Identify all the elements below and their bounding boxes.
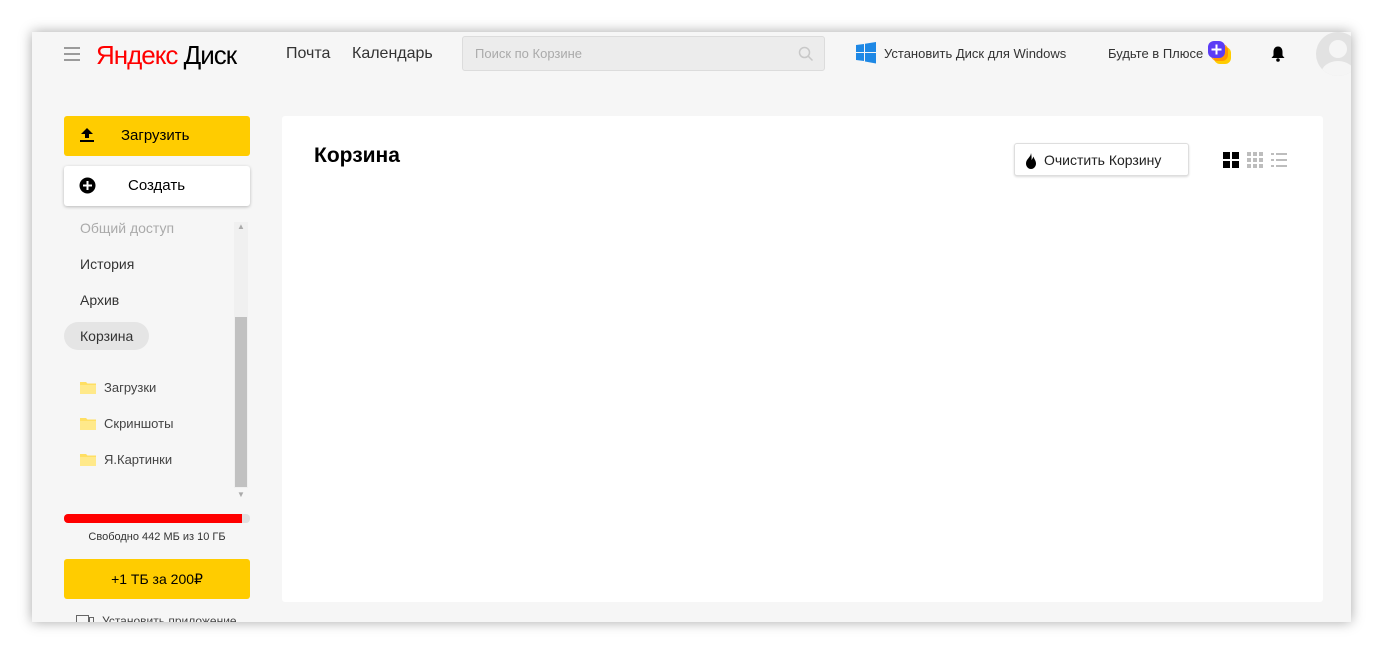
list-view-icon[interactable] bbox=[1271, 152, 1287, 168]
storage-bar-fill bbox=[64, 514, 242, 523]
large-tiles-view-icon[interactable] bbox=[1223, 152, 1239, 168]
device-icon bbox=[76, 614, 94, 622]
scroll-up-arrow-icon[interactable]: ▲ bbox=[237, 222, 245, 231]
folder-ya-pictures[interactable]: Я.Картинки bbox=[80, 452, 172, 467]
plus-icon[interactable] bbox=[1208, 41, 1232, 65]
folder-downloads[interactable]: Загрузки bbox=[80, 380, 156, 395]
upload-icon bbox=[80, 128, 94, 142]
clear-trash-label: Очистить Корзину bbox=[1044, 152, 1162, 168]
user-icon bbox=[1321, 40, 1351, 76]
logo-disk: Диск bbox=[183, 40, 238, 70]
sidebar-scrollbar-thumb[interactable] bbox=[235, 317, 247, 487]
folder-icon bbox=[80, 418, 96, 430]
storage-text: Свободно 442 МБ из 10 ГБ bbox=[88, 531, 226, 543]
create-label: Создать bbox=[128, 177, 186, 194]
sidebar-nav: Общий доступ История Архив Корзина Загру… bbox=[64, 212, 250, 502]
install-windows-link[interactable]: Установить Диск для Windows bbox=[884, 46, 1066, 61]
folder-label: Скриншоты bbox=[104, 416, 174, 431]
buy-space-button[interactable]: +1 ТБ за 200₽ bbox=[64, 559, 250, 599]
sidebar-item-trash[interactable]: Корзина bbox=[64, 322, 150, 350]
storage-bar bbox=[64, 514, 250, 523]
search-icon[interactable] bbox=[798, 46, 814, 62]
sidebar-item-archive[interactable]: Архив bbox=[80, 292, 119, 308]
flame-icon bbox=[1026, 153, 1036, 169]
small-tiles-view-icon[interactable] bbox=[1247, 152, 1263, 168]
plus-circle-icon bbox=[79, 177, 96, 194]
sidebar-item-history[interactable]: История bbox=[80, 256, 134, 272]
search-input[interactable] bbox=[463, 37, 793, 70]
yandex-disk-logo[interactable]: Яндекс Диск bbox=[96, 40, 238, 71]
folder-label: Я.Картинки bbox=[104, 452, 173, 467]
folder-screenshots[interactable]: Скриншоты bbox=[80, 416, 173, 431]
install-app-label: Установить приложение bbox=[102, 614, 237, 622]
upload-button[interactable]: Загрузить bbox=[64, 116, 250, 156]
search-box bbox=[462, 36, 825, 71]
sidebar-item-shared[interactable]: Общий доступ bbox=[80, 220, 174, 236]
menu-icon[interactable] bbox=[64, 47, 80, 63]
folder-label: Загрузки bbox=[104, 380, 157, 395]
bell-icon[interactable] bbox=[1269, 45, 1287, 63]
main-panel: Корзина Очистить Корзину bbox=[282, 116, 1323, 602]
upload-label: Загрузить bbox=[121, 127, 190, 144]
folder-icon bbox=[80, 382, 96, 394]
page-title: Корзина bbox=[314, 144, 400, 167]
logo-yandex: Яндекс bbox=[96, 40, 178, 70]
nav-mail[interactable]: Почта bbox=[286, 45, 330, 63]
avatar[interactable] bbox=[1316, 32, 1351, 76]
browser-window: Яндекс Диск Почта Календарь Установить Д… bbox=[32, 32, 1351, 622]
clear-trash-button[interactable]: Очистить Корзину bbox=[1014, 143, 1189, 176]
scroll-down-arrow-icon[interactable]: ▼ bbox=[237, 490, 245, 499]
windows-icon bbox=[856, 42, 876, 64]
folder-icon bbox=[80, 454, 96, 466]
nav-calendar[interactable]: Календарь bbox=[352, 45, 433, 63]
plus-link[interactable]: Будьте в Плюсе bbox=[1108, 46, 1203, 61]
create-button[interactable]: Создать bbox=[64, 166, 250, 206]
install-app-link[interactable]: Установить приложение bbox=[76, 614, 237, 622]
